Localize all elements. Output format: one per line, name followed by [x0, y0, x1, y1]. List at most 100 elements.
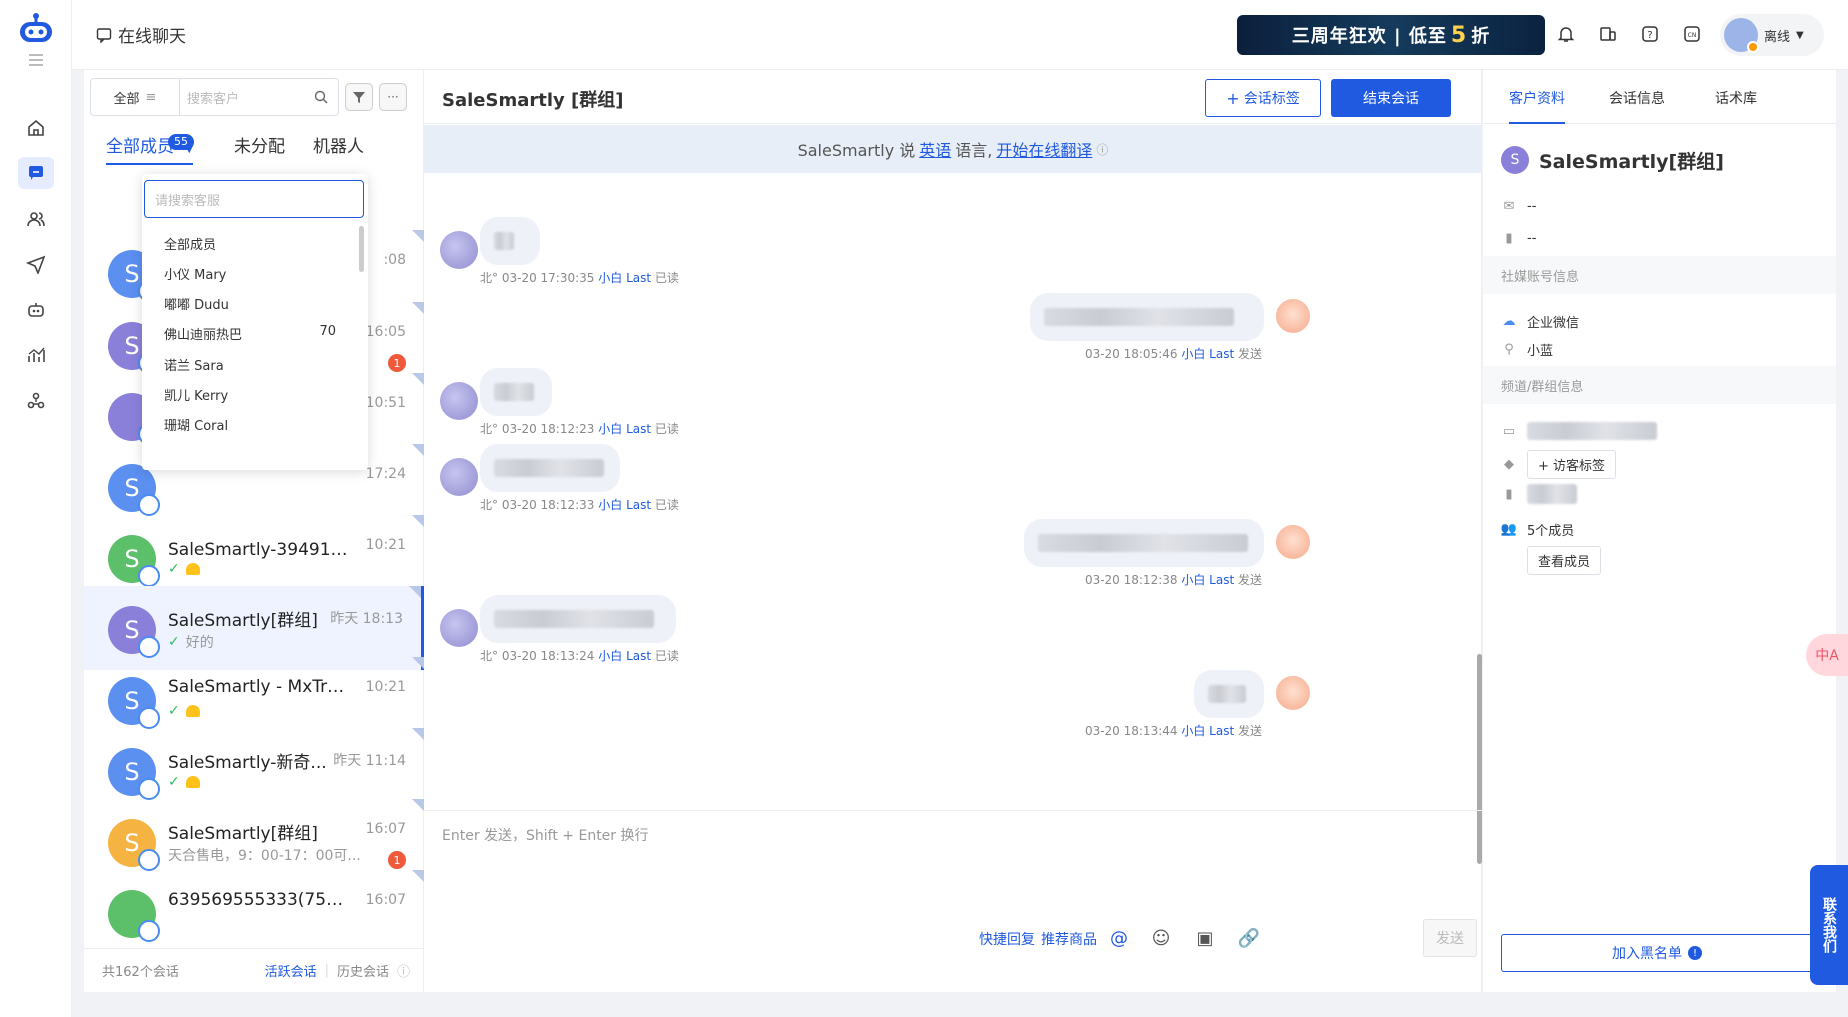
- attachment-icon[interactable]: 🔗: [1236, 925, 1262, 951]
- conversation-name: SaleSmartly - MxTradi...: [168, 677, 353, 697]
- agent-option[interactable]: 全部成员: [164, 234, 344, 253]
- agent-option[interactable]: 嘟嘟 Dudu: [164, 294, 344, 313]
- corner-flag: [412, 728, 424, 740]
- user-avatar: [1724, 18, 1759, 53]
- agent-option[interactable]: 小仪 Mary: [164, 264, 344, 283]
- message-status: 已读: [654, 498, 679, 512]
- message-bubble[interactable]: [480, 368, 552, 416]
- message-bubble[interactable]: [480, 217, 540, 265]
- agent-option[interactable]: 凯儿 Kerry: [164, 385, 344, 404]
- nav-chat-icon[interactable]: [18, 157, 54, 189]
- social-account: 小蓝: [1527, 344, 1554, 359]
- agent-search-input[interactable]: 请搜索客服: [144, 180, 364, 218]
- message-agent[interactable]: 小白 Last: [598, 422, 651, 436]
- conversation-avatar: [108, 890, 160, 942]
- nav-robot-icon[interactable]: [18, 294, 54, 326]
- image-icon[interactable]: ▣: [1192, 925, 1218, 951]
- preview-text: 好的: [185, 635, 214, 651]
- channel-badge-icon: [138, 565, 160, 587]
- help-circle-icon[interactable]: ⓘ: [397, 961, 410, 980]
- agent-option[interactable]: 珊瑚 Coral: [164, 415, 344, 434]
- question-icon[interactable]: ⓘ: [1096, 141, 1108, 158]
- dropdown-scrollbar[interactable]: [359, 226, 364, 272]
- mention-icon[interactable]: @: [1106, 925, 1132, 951]
- conversation-tag-label: 会话标签: [1243, 91, 1300, 107]
- robot-logo-icon[interactable]: [17, 12, 55, 46]
- agent-avatar[interactable]: [1274, 674, 1312, 712]
- nav-analytics-icon[interactable]: [18, 339, 54, 371]
- promo-banner[interactable]: 三周年狂欢 | 低至 5 折: [1237, 15, 1545, 55]
- message-agent[interactable]: 小白 Last: [598, 498, 651, 512]
- tab-customer-profile[interactable]: 客户资料: [1509, 88, 1565, 124]
- message-bubble[interactable]: [480, 595, 676, 643]
- message-agent[interactable]: 小白 Last: [598, 649, 651, 663]
- recommend-products-button[interactable]: 推荐商品: [1041, 929, 1097, 949]
- message-bubble[interactable]: [1024, 519, 1264, 567]
- nav-home-icon[interactable]: [18, 112, 54, 144]
- message-input-area[interactable]: Enter 发送，Shift + Enter 换行 快捷回复 推荐商品 @ ☺ …: [424, 810, 1482, 992]
- agent-option-label: 诺兰 Sara: [164, 359, 224, 374]
- translate-float-button[interactable]: 中A: [1806, 634, 1848, 676]
- contact-us-button[interactable]: 联系我们: [1810, 865, 1848, 985]
- view-members-button[interactable]: 查看成员: [1527, 546, 1602, 575]
- bell-icon[interactable]: [1552, 20, 1580, 48]
- menu-collapse-icon[interactable]: [18, 44, 54, 76]
- devices-icon[interactable]: [1594, 20, 1622, 48]
- language-link[interactable]: 英语: [919, 137, 951, 161]
- message-meta: 北° 03-20 18:12:23 小白 Last 已读: [480, 420, 679, 437]
- conversation-tag-button[interactable]: + 会话标签: [1205, 79, 1321, 117]
- history-conversations-link[interactable]: 历史会话: [337, 961, 389, 980]
- sender-avatar[interactable]: [440, 609, 478, 647]
- corner-flag: [412, 799, 424, 811]
- nav-send-icon[interactable]: [18, 248, 54, 280]
- tab-robot[interactable]: 机器人: [313, 132, 364, 157]
- scope-select[interactable]: 全部 ≡: [90, 78, 180, 116]
- quick-reply-button[interactable]: 快捷回复: [979, 929, 1035, 949]
- active-conversations-link[interactable]: 活跃会话: [265, 961, 317, 980]
- customer-search-input[interactable]: 搜索客户: [179, 78, 339, 116]
- left-nav: [0, 0, 72, 1017]
- message-agent[interactable]: 小白 Last: [1181, 724, 1234, 738]
- visitor-tag-button[interactable]: + 访客标签: [1527, 450, 1617, 479]
- page-title-text: 在线聊天: [118, 27, 186, 47]
- conversation-time: :08: [383, 252, 406, 268]
- agent-avatar[interactable]: [1274, 523, 1312, 561]
- send-button[interactable]: 发送: [1423, 919, 1477, 957]
- message-prefix: 北°: [480, 498, 499, 512]
- agent-option[interactable]: 佛山迪丽热巴 70: [164, 324, 344, 343]
- message-bubble[interactable]: [480, 444, 620, 492]
- agent-avatar[interactable]: [1274, 297, 1312, 335]
- message-agent[interactable]: 小白 Last: [1181, 573, 1234, 587]
- message-prefix: 北°: [480, 422, 499, 436]
- blurred-message-content: [494, 383, 534, 401]
- user-status-menu[interactable]: 离线 ▼: [1720, 14, 1824, 56]
- sender-avatar[interactable]: [440, 382, 478, 420]
- tab-unassigned[interactable]: 未分配: [234, 132, 285, 157]
- conversation-item[interactable]: 639569555333(759... 16:07: [84, 870, 424, 954]
- conversation-time: 10:21: [365, 679, 406, 695]
- nav-contacts-icon[interactable]: [18, 203, 54, 235]
- nav-integrations-icon[interactable]: [18, 385, 54, 417]
- language-cn-icon[interactable]: CN: [1678, 20, 1706, 48]
- corner-flag: [412, 870, 424, 882]
- emoji-icon[interactable]: ☺: [1148, 925, 1174, 951]
- message-agent[interactable]: 小白 Last: [1181, 347, 1234, 361]
- filter-icon[interactable]: [345, 83, 373, 111]
- more-icon[interactable]: ···: [379, 83, 407, 111]
- tab-scripts[interactable]: 话术库: [1715, 88, 1757, 108]
- start-translation-link[interactable]: 开始在线翻译: [996, 137, 1092, 161]
- message-status: 发送: [1237, 347, 1262, 361]
- end-conversation-button[interactable]: 结束会话: [1331, 79, 1451, 117]
- tab-conversation-info[interactable]: 会话信息: [1609, 88, 1665, 108]
- help-icon[interactable]: ?: [1636, 20, 1664, 48]
- conversation-time: 10:21: [365, 537, 406, 553]
- message-agent[interactable]: 小白 Last: [598, 271, 651, 285]
- agent-option[interactable]: 诺兰 Sara: [164, 355, 344, 374]
- message-bubble[interactable]: [1030, 293, 1264, 341]
- sender-avatar[interactable]: [440, 231, 478, 269]
- sender-avatar[interactable]: [440, 458, 478, 496]
- agent-option-count: 70: [319, 324, 336, 339]
- message-bubble[interactable]: [1194, 670, 1264, 718]
- blacklist-button[interactable]: 加入黑名单 !: [1501, 934, 1813, 972]
- channel-badge-icon: [138, 778, 160, 800]
